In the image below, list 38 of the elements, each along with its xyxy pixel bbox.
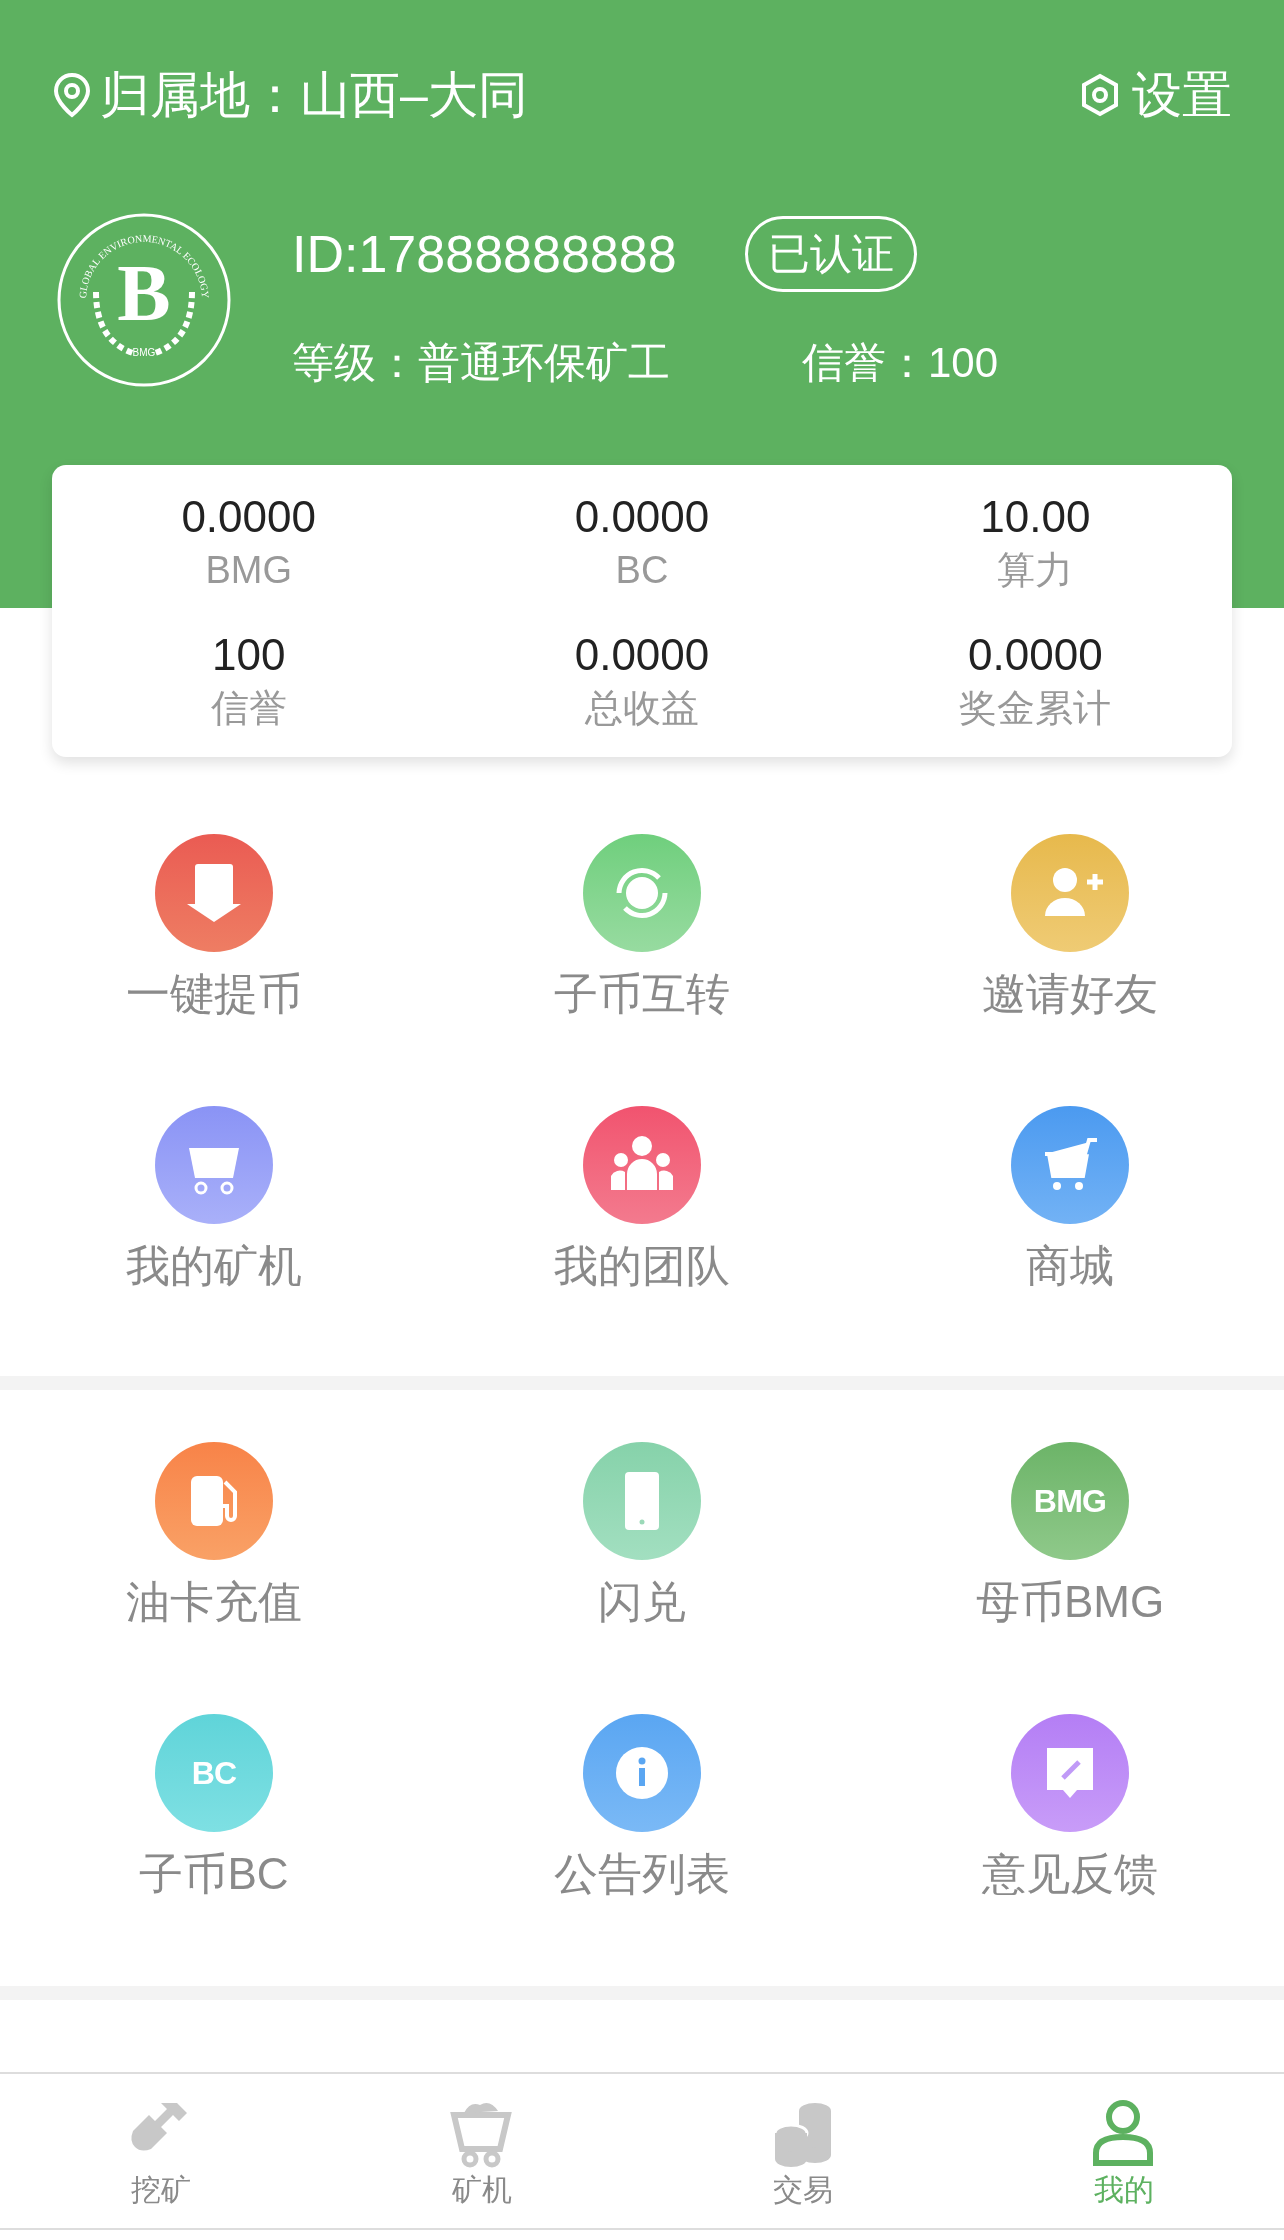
nav-tab[interactable]: 交易 [642, 2074, 963, 2228]
verified-badge: 已认证 [744, 216, 917, 292]
logo-badge: BC [155, 1714, 273, 1832]
menu-item[interactable]: 商城 [856, 1106, 1284, 1288]
menu-item[interactable]: BMG 母币BMG [856, 1442, 1284, 1624]
menu-item[interactable]: 意见反馈 [856, 1714, 1284, 1896]
menu-item[interactable]: 一键提币 [0, 834, 428, 1016]
stat-label: BMG [205, 551, 292, 589]
stat-label: 总收益 [585, 689, 699, 727]
location-pin-icon [52, 72, 92, 118]
stat-value: 0.0000 [574, 633, 710, 677]
menu-item[interactable]: 公告列表 [428, 1714, 856, 1896]
settings-button[interactable]: 设置 [1080, 70, 1232, 120]
stat-label: BC [615, 551, 669, 589]
stat-value: 0.0000 [574, 495, 710, 539]
stat-value: 100 [211, 633, 286, 677]
stat-label: 奖金累计 [959, 689, 1112, 727]
user-id: ID:17888888888 [292, 228, 677, 280]
stat-label: 算力 [997, 551, 1074, 589]
level-text: 等级：普通环保矿工 [292, 342, 671, 384]
menu-item[interactable]: 油卡充值 [0, 1442, 428, 1624]
credit-text: 信誉：100 [802, 342, 999, 384]
nav-tab[interactable]: 矿机 [321, 2074, 642, 2228]
menu-item[interactable]: 邀请好友 [856, 834, 1284, 1016]
menu-item[interactable]: 我的团队 [428, 1106, 856, 1288]
nav-tab[interactable]: 挖矿 [0, 2074, 321, 2228]
nav-tab[interactable]: 我的 [963, 2074, 1284, 2228]
stat-value: 0.0000 [968, 633, 1103, 677]
menu-item[interactable]: 闪兑 [428, 1442, 856, 1624]
logo-badge: BMG [1011, 1442, 1129, 1560]
menu-item[interactable]: 子币互转 [428, 834, 856, 1016]
stat-label: 信誉 [210, 689, 287, 727]
stat-value: 10.00 [980, 495, 1091, 539]
menu-item[interactable]: 我的矿机 [0, 1106, 428, 1288]
settings-icon [1080, 73, 1120, 117]
menu-item[interactable]: BC 子币BC [0, 1714, 428, 1896]
stat-value: 0.0000 [181, 495, 316, 539]
location-text: 归属地：山西–大同 [100, 70, 528, 120]
